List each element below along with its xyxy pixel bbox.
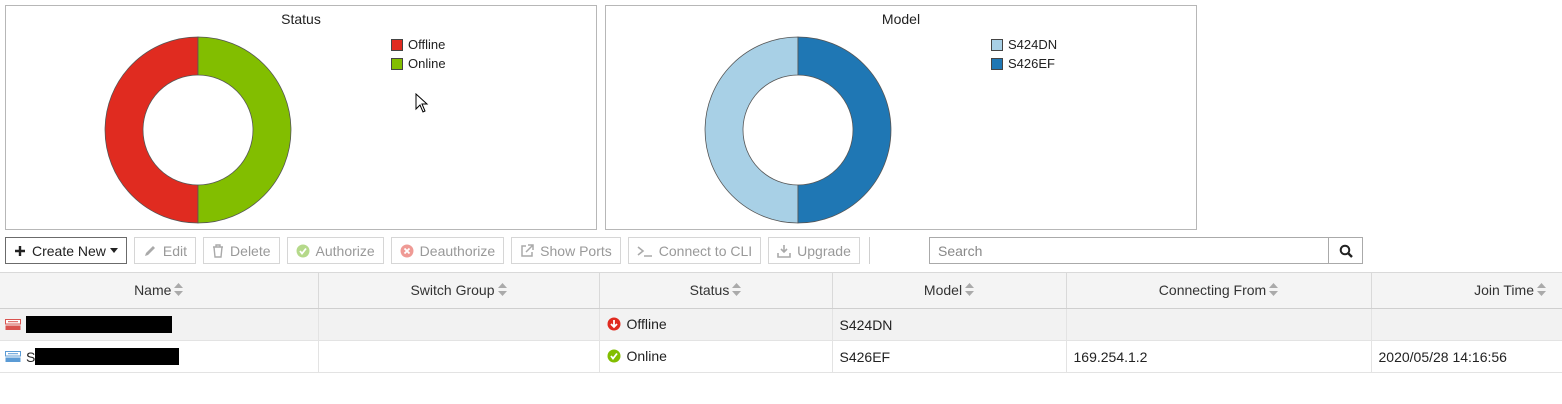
model-legend: S424DN S426EF [991,35,1057,73]
search-icon [1339,244,1353,258]
switch-table: Name Switch Group Status Model Connectin… [0,272,1562,373]
sort-icon [965,283,975,299]
row-name-text: S [26,348,36,365]
cell-connecting-from [1066,308,1372,341]
edit-button[interactable]: Edit [133,237,197,264]
legend-item-offline[interactable]: Offline [391,35,446,54]
redaction-bar [26,316,172,333]
donut-slice-online[interactable] [197,36,292,224]
create-new-button[interactable]: Create New [5,237,127,264]
sort-icon [174,283,184,299]
s426ef-swatch [991,57,1003,70]
trash-icon [212,243,224,258]
download-icon [777,244,791,258]
legend-item-s424dn[interactable]: S424DN [991,35,1057,54]
mouse-cursor-icon [415,93,429,113]
external-link-icon [520,243,534,258]
cell-join-time [1371,308,1562,341]
status-donut [104,36,292,224]
edit-label: Edit [162,242,188,259]
check-circle-icon [607,349,621,363]
redaction-bar [35,348,180,365]
offline-swatch [391,38,403,51]
cell-model: S424DN [832,308,1067,341]
online-swatch [391,57,403,70]
column-header-model[interactable]: Model [832,272,1067,309]
s424dn-swatch [991,38,1003,51]
column-label: Switch Group [410,281,495,298]
delete-label: Delete [230,242,271,259]
status-text: Offline [626,315,667,332]
sort-icon [497,283,507,299]
column-header-switch-group[interactable]: Switch Group [318,272,600,309]
model-donut [704,36,892,224]
legend-label: S426EF [1008,56,1055,71]
cell-name: S [0,340,319,373]
create-new-label: Create New [32,242,106,259]
cell-status: Online [599,340,833,373]
column-header-connecting-from[interactable]: Connecting From [1066,272,1372,309]
show-ports-button[interactable]: Show Ports [511,237,621,264]
pencil-icon [143,244,157,258]
cell-switch-group [318,340,600,373]
cell-join-time: 2020/05/28 14:16:56 [1371,340,1562,373]
deauthorize-label: Deauthorize [419,242,496,259]
toolbar: Create New Edit Delete Authorize Deautho… [5,237,879,264]
authorize-button[interactable]: Authorize [286,237,384,264]
cell-switch-group [318,308,600,341]
donut-slice-offline[interactable] [104,36,199,224]
cell-connecting-from: 169.254.1.2 [1066,340,1372,373]
cell-status: Offline [599,308,833,341]
upgrade-label: Upgrade [797,242,851,259]
x-circle-icon [400,244,414,258]
model-chart-panel: Model S424DN S426EF [605,5,1197,230]
upgrade-button[interactable]: Upgrade [768,237,860,264]
legend-label: Offline [408,37,446,52]
column-header-status[interactable]: Status [599,272,833,309]
connect-cli-label: Connect to CLI [658,242,753,259]
toolbar-separator [868,237,870,264]
legend-item-online[interactable]: Online [391,54,446,73]
status-legend: Offline Online [391,35,446,73]
table-row[interactable]: Offline S424DN [0,308,1562,341]
connect-cli-button[interactable]: Connect to CLI [627,237,762,264]
status-text: Online [626,347,667,364]
cell-name [0,308,319,341]
column-label: Join Time [1474,281,1534,298]
plus-icon [14,245,26,257]
status-chart-panel: Status Offline Online [5,5,597,230]
legend-label: Online [408,56,446,71]
column-label: Model [923,281,963,298]
switch-online-icon [5,350,21,363]
arrow-down-circle-icon [607,317,621,331]
column-header-name[interactable]: Name [0,272,319,309]
column-label: Name [134,281,172,298]
check-circle-icon [296,244,310,258]
show-ports-label: Show Ports [540,242,612,259]
table-row[interactable]: S Online S426EF 169.254.1.2 2020/05/28 1… [0,340,1562,373]
authorize-label: Authorize [315,242,375,259]
donut-slice-s426ef[interactable] [797,36,892,224]
legend-item-s426ef[interactable]: S426EF [991,54,1057,73]
deauthorize-button[interactable]: Deauthorize [390,237,505,264]
switch-offline-icon [5,318,21,331]
delete-button[interactable]: Delete [203,237,280,264]
terminal-icon [637,245,653,257]
column-header-join-time[interactable]: Join Time [1371,272,1562,309]
donut-slice-s424dn[interactable] [704,36,799,224]
sort-icon [1269,283,1279,299]
legend-label: S424DN [1008,37,1058,52]
table-header-row: Name Switch Group Status Model Connectin… [0,272,1562,309]
cell-model: S426EF [832,340,1067,373]
search-box [929,237,1363,264]
column-label: Status [689,281,730,298]
search-input[interactable] [930,238,1328,263]
search-button[interactable] [1328,238,1362,263]
caret-down-icon [109,248,118,253]
sort-icon [1537,283,1546,299]
sort-icon [732,283,742,299]
column-label: Connecting From [1158,281,1267,298]
